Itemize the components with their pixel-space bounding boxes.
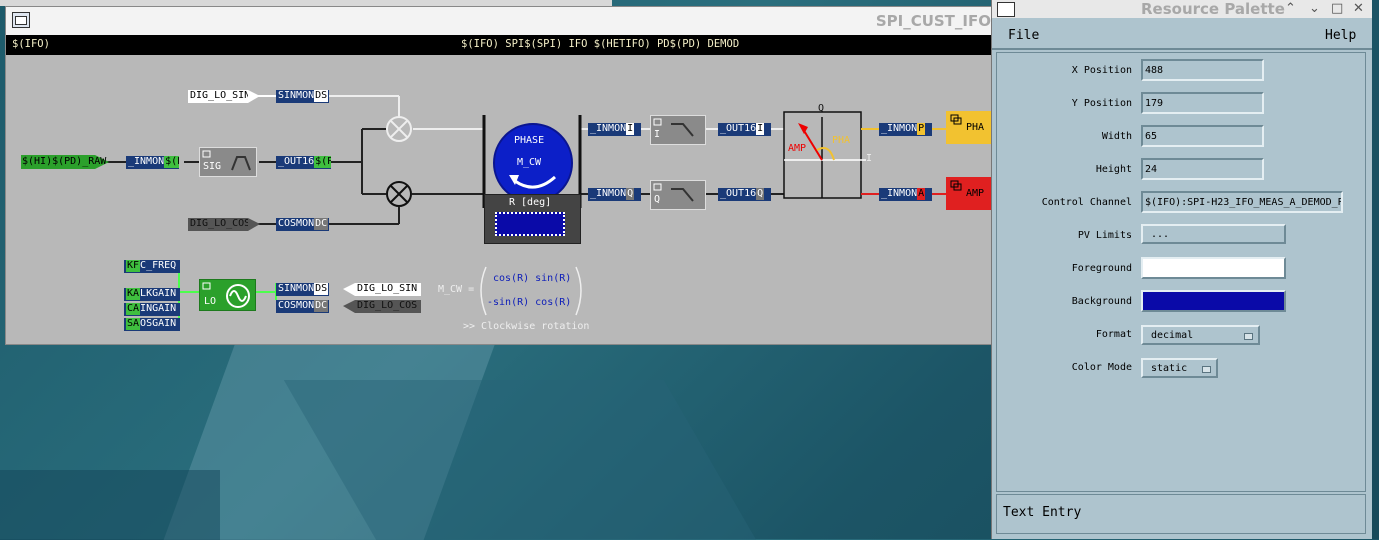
block-icon [950, 180, 962, 191]
palette-menubar: File Help [992, 22, 1372, 50]
dig-lo-cos-tag[interactable]: DIG_LO_COS [188, 218, 248, 231]
format-option-menu[interactable]: decimal [1141, 325, 1260, 345]
minimize-icon[interactable]: ⌄ [1309, 1, 1320, 16]
display-canvas: DIG_LO_SIN SINMONDS $(HI)$(PD)_RAW _INMO… [6, 55, 991, 344]
inmon-i[interactable]: _INMONI [588, 123, 641, 136]
kfreq-setting[interactable]: KFC_FREQ [124, 260, 180, 273]
resource-palette-window[interactable]: Resource Palette ⌃ ⌄ □ ✕ File Help X Pos… [991, 0, 1372, 539]
out16-i[interactable]: _OUT16I [718, 123, 771, 136]
palette-titlebar[interactable]: Resource Palette ⌃ ⌄ □ ✕ [992, 0, 1372, 18]
sin-arrow-icon [248, 90, 260, 103]
sin-out-arrow-icon [343, 283, 355, 296]
ka-gain-setting[interactable]: KALKGAIN [124, 288, 180, 301]
maximize-icon[interactable]: □ [1331, 1, 1343, 16]
matrix-row-2: -sin(R) cos(R) [487, 297, 572, 308]
pha-output-block[interactable]: PHA [946, 111, 991, 144]
out16-q[interactable]: _OUT16Q [718, 188, 771, 201]
matrix-caption: >> Clockwise rotation [463, 321, 590, 332]
phase-rotation-dial[interactable]: PHASE M_CW [493, 123, 573, 203]
i-axis-label: I [866, 153, 873, 164]
cosmon-lo[interactable]: COSMONDC [276, 300, 329, 313]
pv-limits-button[interactable]: ... [1141, 224, 1286, 244]
height-field[interactable]: 24 [1141, 158, 1264, 180]
header-left-label: $(IFO) [12, 38, 50, 50]
input-raw-label: $(HI)$(PD)_RAW [22, 156, 107, 167]
r-deg-label: R [deg] [509, 197, 552, 208]
palette-title: Resource Palette [1141, 0, 1285, 18]
dig-lo-cos-out-tag[interactable]: DIG_LO_COS [355, 300, 421, 313]
pha-arrow-label: PHA [832, 135, 851, 146]
amp-output-block[interactable]: AMP [946, 177, 991, 210]
menu-file[interactable]: File [1008, 28, 1039, 43]
q-axis-label: Q [818, 103, 825, 114]
lowpass-filter-q[interactable]: Q [650, 180, 706, 210]
cosmon-monitor[interactable]: COSMONDC [276, 218, 329, 231]
display-header: $(IFO) $(IFO) SPI$(SPI) IFO $(HETIFO) PD… [6, 35, 991, 55]
dig-lo-sin-tag[interactable]: DIG_LO_SIN [188, 90, 248, 103]
palette-resources: X Position 488 Y Position 179 Width 65 H… [996, 52, 1366, 492]
medm-display-window[interactable]: SPI_CUST_IFO $(IFO) $(IFO) SPI$(SPI) IFO… [5, 6, 992, 345]
dropdown-indicator-icon [1244, 333, 1253, 340]
rotation-arrow-icon [509, 175, 557, 189]
window-title: SPI_CUST_IFO [875, 12, 991, 30]
matrix-name: M_CW = [438, 284, 475, 295]
width-field[interactable]: 65 [1141, 125, 1264, 147]
dig-lo-sin-out-tag[interactable]: DIG_LO_SIN [355, 283, 421, 296]
r-deg-entry[interactable] [495, 212, 565, 236]
window-menu-icon[interactable] [997, 2, 1015, 17]
chevron-up-icon[interactable]: ⌃ [1285, 1, 1296, 16]
inmon-p[interactable]: _INMONP [879, 123, 932, 136]
lowpass-filter-i[interactable]: I [650, 115, 706, 145]
header-center-label: $(IFO) SPI$(SPI) IFO $(HETIFO) PD$(PD) D… [461, 38, 740, 50]
sinmon-monitor[interactable]: SINMONDS [276, 90, 329, 103]
inmon-input[interactable]: _INMON$(PD) [126, 156, 179, 169]
menu-help[interactable]: Help [1325, 28, 1356, 43]
cos-arrow-icon [248, 218, 260, 231]
y-position-field[interactable]: 179 [1141, 92, 1264, 114]
inmon-q[interactable]: _INMONQ [588, 188, 641, 201]
matrix-row-1: cos(R) sin(R) [493, 273, 572, 284]
window-menu-icon[interactable] [12, 12, 30, 28]
palette-status-bar: Text Entry [996, 494, 1366, 534]
foreground-color-button[interactable] [1141, 257, 1286, 279]
dropdown-indicator-icon [1202, 366, 1211, 373]
sinmon-lo[interactable]: SINMONDS [276, 283, 329, 296]
sig-bandpass-filter[interactable]: SIG [199, 147, 257, 177]
control-channel-field[interactable]: $(IFO):SPI-H23_IFO_MEAS_A_DEMOD_P [1141, 191, 1343, 213]
sa-gain-setting[interactable]: SAOSGAIN [124, 318, 180, 331]
block-icon [950, 114, 962, 125]
color-mode-option-menu[interactable]: static [1141, 358, 1218, 378]
r-deg-panel: R [deg] [484, 194, 581, 244]
out16-input[interactable]: _OUT16$(PD) [276, 156, 331, 169]
window-titlebar[interactable]: SPI_CUST_IFO [6, 7, 991, 35]
close-icon[interactable]: ✕ [1353, 1, 1364, 16]
ca-gain-setting[interactable]: CAINGAIN [124, 303, 180, 316]
amp-arrow-label: AMP [788, 143, 807, 154]
cos-out-arrow-icon [343, 300, 355, 313]
status-text: Text Entry [1003, 505, 1082, 520]
inmon-a[interactable]: _INMONA [879, 188, 932, 201]
x-position-field[interactable]: 488 [1141, 59, 1264, 81]
lo-oscillator-block[interactable]: LO [199, 279, 256, 311]
background-color-button[interactable] [1141, 290, 1286, 312]
